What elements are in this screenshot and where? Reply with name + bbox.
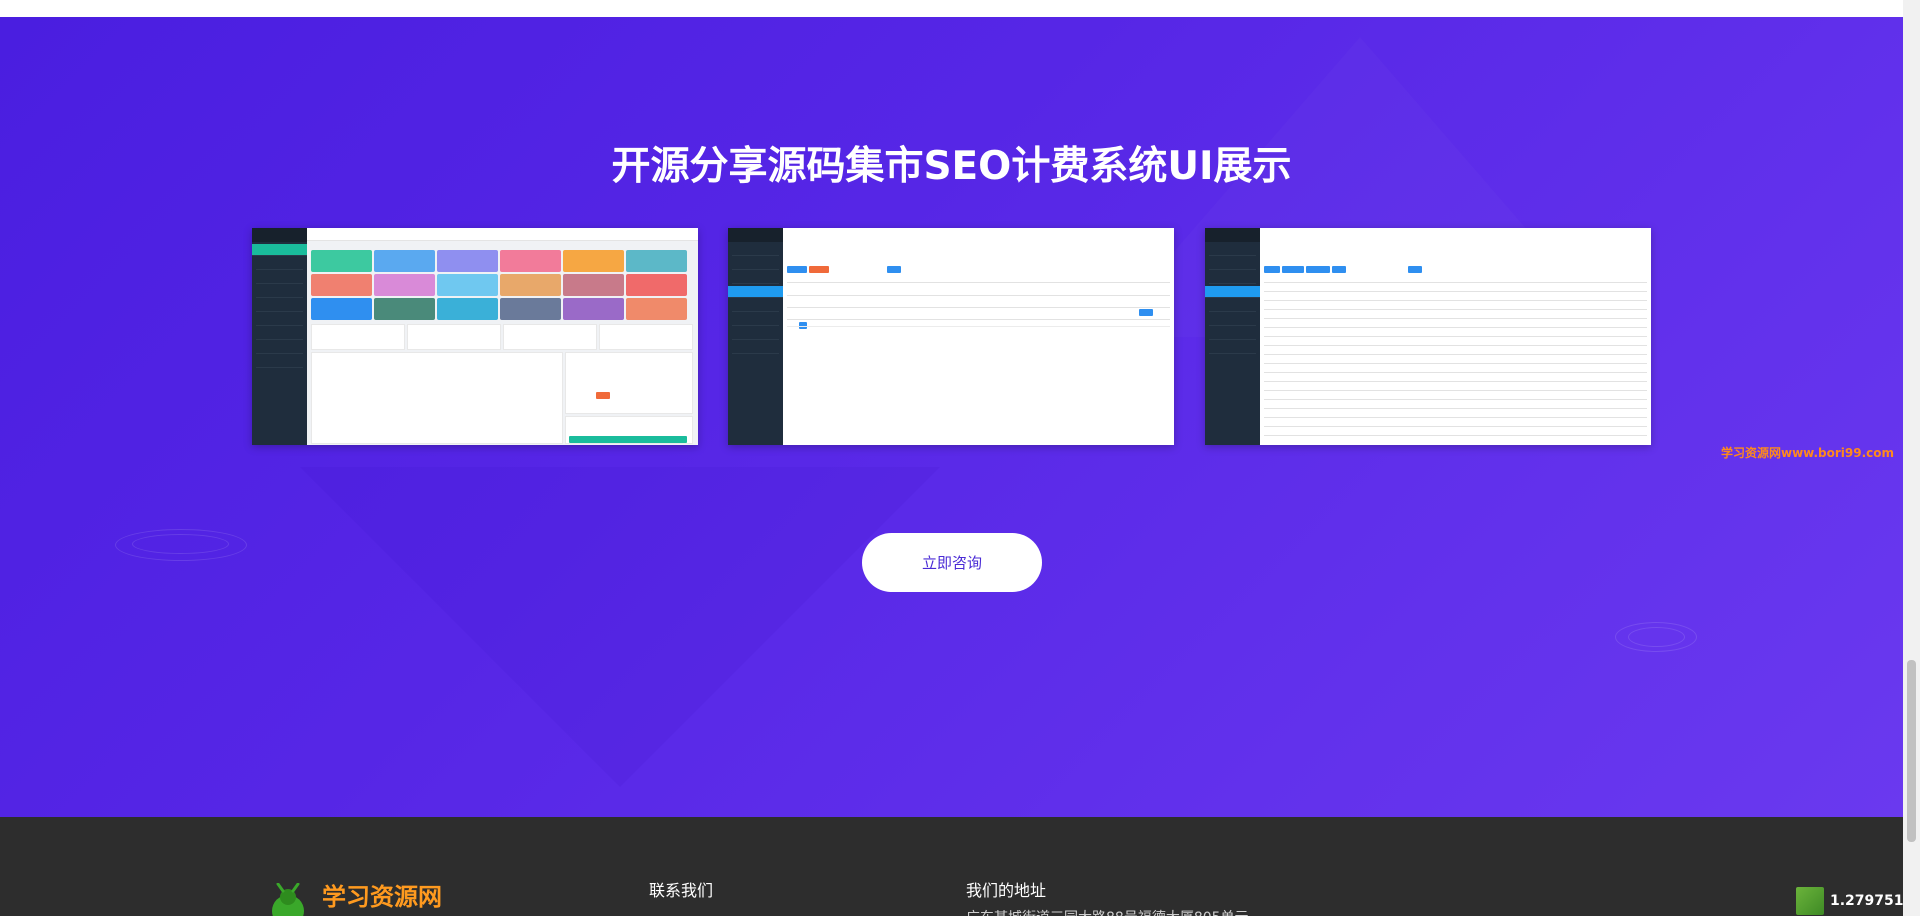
footer-logo[interactable]: 学习资源网 <box>268 877 448 916</box>
dashboard-screenshot[interactable] <box>252 228 698 445</box>
decorative-shape <box>300 467 940 787</box>
page-scrollbar[interactable] <box>1903 0 1920 916</box>
screenshot-sidebar <box>728 228 783 445</box>
footer-logo-text: 学习资源网 <box>322 883 442 911</box>
screenshot-body <box>783 240 1174 445</box>
table-screenshot[interactable] <box>1205 228 1651 445</box>
consult-button[interactable]: 立即咨询 <box>862 533 1042 592</box>
screenshot-body <box>307 240 698 445</box>
screenshot-body <box>1260 240 1651 445</box>
site-footer: 学习资源网 联系我们 我们的地址 广东某城街道三园大路88号福德大厦805单元 <box>0 817 1903 916</box>
leaf-icon <box>1796 887 1824 915</box>
list-screenshot[interactable] <box>728 228 1174 445</box>
bug-logo-icon <box>272 883 304 916</box>
decorative-ring <box>132 534 229 554</box>
screenshot-gallery <box>252 228 1652 446</box>
address-title: 我们的地址 <box>966 881 1047 900</box>
performance-value: 1.279751s <box>1830 893 1912 909</box>
screenshot-sidebar <box>252 228 307 445</box>
scrollbar-thumb[interactable] <box>1907 660 1916 842</box>
top-bar <box>0 0 1903 18</box>
performance-widget: 1.279751s <box>1796 887 1912 915</box>
section-title: 开源分享源码集市SEO计费系统UI展示 <box>611 144 1292 189</box>
decorative-ring <box>1628 627 1685 647</box>
contact-title: 联系我们 <box>649 881 714 900</box>
screenshot-sidebar <box>1205 228 1260 445</box>
address-text: 广东某城街道三园大路88号福德大厦805单元 <box>966 907 1249 916</box>
watermark-text: 学习资源网www.bori99.com <box>1721 446 1895 460</box>
